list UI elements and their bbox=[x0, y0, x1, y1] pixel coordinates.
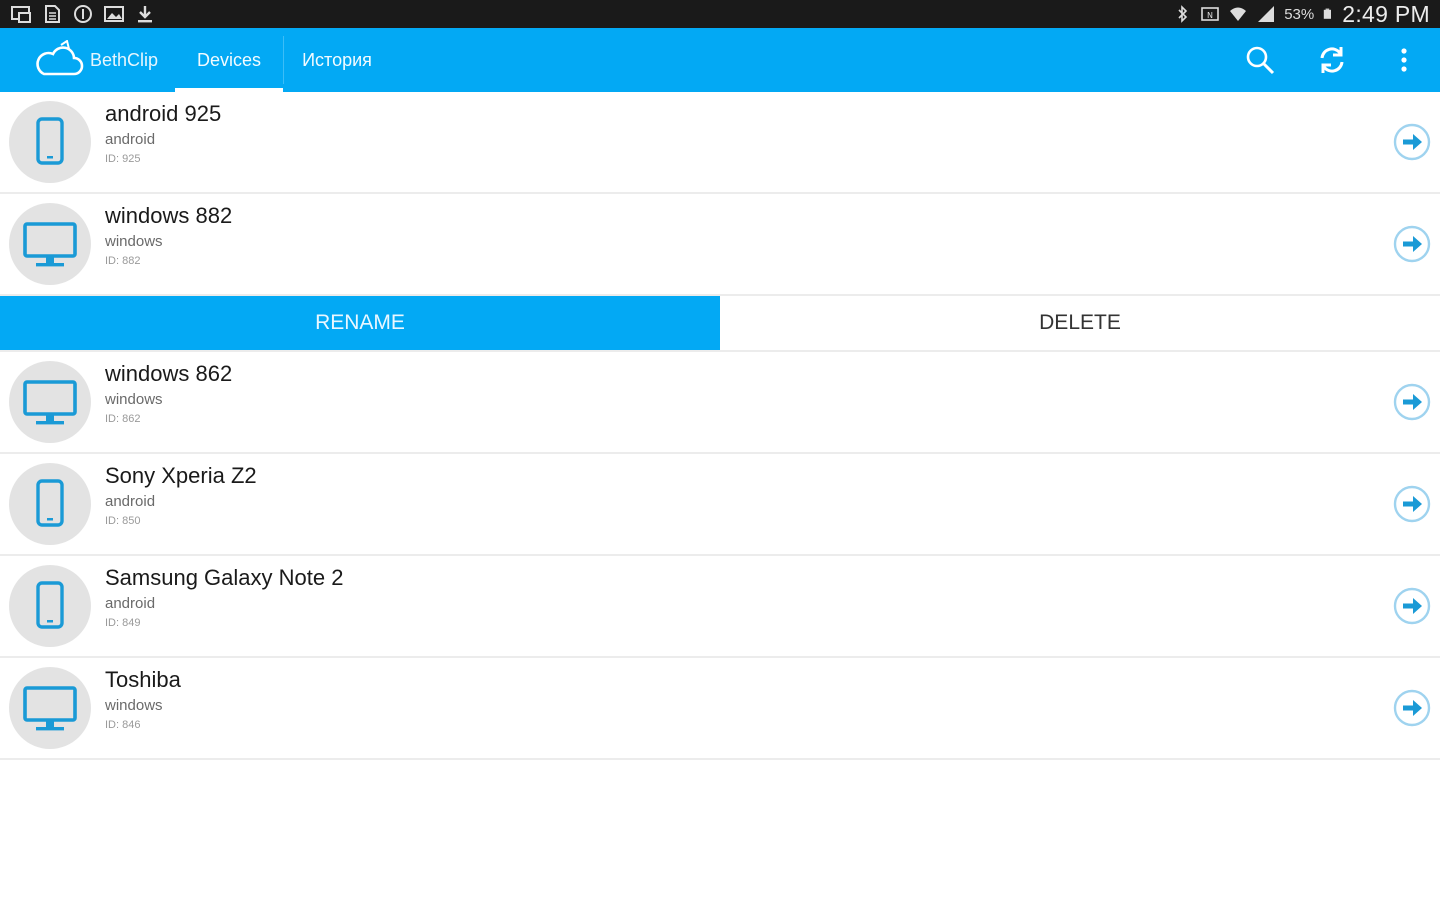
status-bar: N 53% 2:49 PM bbox=[0, 0, 1440, 28]
battery-level: 53% bbox=[1284, 5, 1315, 23]
device-avatar bbox=[9, 101, 91, 183]
arrow-right-circle-icon[interactable] bbox=[1392, 484, 1432, 524]
info-icon bbox=[74, 5, 92, 23]
phone-icon bbox=[36, 581, 64, 629]
device-row[interactable]: windows 882 windows ID: 882 bbox=[0, 194, 1440, 296]
phone-icon bbox=[36, 117, 64, 165]
device-row[interactable]: Toshiba windows ID: 846 bbox=[0, 658, 1440, 760]
signal-icon bbox=[1258, 6, 1275, 22]
tab-devices[interactable]: Devices bbox=[175, 28, 283, 92]
device-id: ID: 925 bbox=[105, 153, 141, 165]
device-name: Sony Xperia Z2 bbox=[105, 463, 257, 488]
device-name: windows 882 bbox=[105, 203, 233, 228]
notification-icons bbox=[10, 3, 156, 25]
arrow-right-circle-icon[interactable] bbox=[1392, 688, 1432, 728]
document-icon bbox=[45, 5, 60, 23]
nfc-icon: N bbox=[1201, 7, 1220, 21]
phone-icon bbox=[36, 479, 64, 527]
device-avatar bbox=[9, 667, 91, 749]
device-row[interactable]: Samsung Galaxy Note 2 android ID: 849 bbox=[0, 556, 1440, 658]
device-name: Samsung Galaxy Note 2 bbox=[105, 565, 344, 590]
device-row[interactable]: Sony Xperia Z2 android ID: 850 bbox=[0, 454, 1440, 556]
tab-history[interactable]: История bbox=[283, 28, 391, 92]
monitor-icon bbox=[23, 380, 77, 425]
device-avatar bbox=[9, 361, 91, 443]
device-name: windows 862 bbox=[105, 361, 233, 386]
app-name: BethClip bbox=[90, 50, 159, 70]
bethclip-logo-icon bbox=[36, 40, 84, 76]
battery-icon bbox=[1324, 8, 1332, 19]
app-bar: BethClip Devices История bbox=[0, 28, 1440, 92]
device-type: windows bbox=[105, 391, 163, 408]
device-avatar bbox=[9, 463, 91, 545]
download-icon bbox=[138, 6, 152, 23]
device-id: ID: 882 bbox=[105, 255, 141, 267]
bluetooth-icon bbox=[1178, 5, 1188, 23]
arrow-right-circle-icon[interactable] bbox=[1392, 122, 1432, 162]
wifi-icon bbox=[1230, 7, 1247, 21]
row-action-bar: RENAME DELETE bbox=[0, 296, 1440, 352]
tab-history-label: История bbox=[302, 49, 372, 70]
device-id: ID: 849 bbox=[105, 617, 141, 629]
device-type: windows bbox=[105, 697, 163, 714]
arrow-right-circle-icon[interactable] bbox=[1392, 586, 1432, 626]
system-icons: N 53% 2:49 PM bbox=[1172, 0, 1430, 28]
cast-icon bbox=[11, 6, 31, 23]
device-id: ID: 846 bbox=[105, 719, 141, 731]
device-list: android 925 android ID: 925 windows 882 … bbox=[0, 92, 1440, 760]
tab-devices-label: Devices bbox=[196, 49, 262, 70]
image-icon bbox=[104, 6, 124, 22]
device-avatar bbox=[9, 203, 91, 285]
clock: 2:49 PM bbox=[1342, 0, 1430, 27]
device-row[interactable]: android 925 android ID: 925 bbox=[0, 92, 1440, 194]
device-type: android bbox=[105, 595, 156, 612]
rename-button[interactable]: RENAME bbox=[0, 296, 720, 350]
device-id: ID: 862 bbox=[105, 413, 141, 425]
device-name: Toshiba bbox=[105, 667, 181, 692]
arrow-right-circle-icon[interactable] bbox=[1392, 382, 1432, 422]
refresh-icon[interactable] bbox=[1314, 42, 1350, 78]
svg-text:N: N bbox=[1207, 11, 1213, 20]
search-icon[interactable] bbox=[1242, 42, 1278, 78]
more-vert-icon[interactable] bbox=[1386, 42, 1422, 78]
monitor-icon bbox=[23, 686, 77, 731]
device-type: android bbox=[105, 493, 156, 510]
device-avatar bbox=[9, 565, 91, 647]
monitor-icon bbox=[23, 222, 77, 267]
device-id: ID: 850 bbox=[105, 515, 141, 527]
arrow-right-circle-icon[interactable] bbox=[1392, 224, 1432, 264]
device-type: windows bbox=[105, 233, 163, 250]
delete-button[interactable]: DELETE bbox=[720, 296, 1440, 350]
device-name: android 925 bbox=[105, 101, 222, 126]
device-row[interactable]: windows 862 windows ID: 862 bbox=[0, 352, 1440, 454]
device-type: android bbox=[105, 131, 156, 148]
